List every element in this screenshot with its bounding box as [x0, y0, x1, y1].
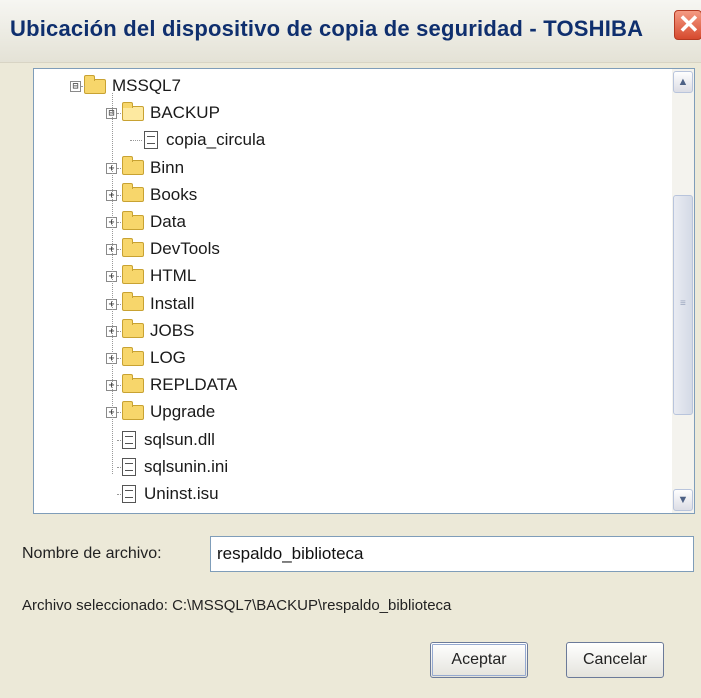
folder-tree[interactable]: MSSQL7 ⊟ BACKUP ⊟ copia_circula Binn + Books + Da…	[33, 68, 695, 514]
tree-item[interactable]: MSSQL7	[84, 73, 181, 99]
file-icon	[122, 485, 136, 503]
backup-location-dialog: Ubicación del dispositivo de copia de se…	[0, 0, 701, 698]
folder-icon	[122, 346, 144, 366]
tree-connector	[117, 167, 121, 169]
close-button[interactable]: ✕	[674, 9, 701, 40]
chevron-up-icon: ▲	[677, 76, 689, 88]
folder-icon	[84, 74, 106, 94]
tree-item[interactable]: DevTools	[122, 236, 220, 262]
tree-item-label: sqlsun.dll	[144, 429, 215, 449]
tree-connector	[117, 303, 121, 305]
cancel-button[interactable]: Cancelar	[566, 642, 664, 678]
tree-connector	[117, 276, 121, 278]
scroll-up-button[interactable]: ▲	[673, 71, 693, 93]
tree-item-label: Upgrade	[150, 402, 216, 422]
tree-item-label: LOG	[150, 348, 186, 367]
tree-connector	[117, 494, 121, 495]
tree-connector	[117, 194, 121, 196]
tree-connector	[117, 358, 121, 359]
tree-item-label: Data	[150, 212, 186, 231]
tree-item-label: DevTools	[150, 239, 220, 259]
tree-connector	[117, 466, 121, 468]
tree-item[interactable]: Data	[122, 209, 186, 235]
tree-item[interactable]: JOBS	[122, 318, 194, 344]
tree-connector	[117, 439, 121, 441]
tree-connector	[81, 86, 85, 87]
tree-item-label: HTML	[150, 266, 197, 286]
folder-icon	[122, 156, 144, 176]
tree-item[interactable]: Upgrade	[122, 399, 215, 425]
close-icon: ✕	[678, 9, 700, 39]
grip-icon: ≡	[680, 298, 686, 309]
tree-item-label: REPLDATA	[150, 375, 238, 395]
tree-item[interactable]: Binn	[122, 155, 184, 181]
tree-item[interactable]: BACKUP	[122, 100, 220, 126]
tree-item[interactable]: Install	[122, 291, 194, 317]
folder-icon	[122, 400, 144, 420]
file-icon	[122, 430, 136, 449]
file-icon	[144, 131, 158, 150]
tree-item-label: Install	[150, 293, 195, 313]
filename-label: Nombre de archivo:	[22, 545, 162, 562]
vertical-scrollbar[interactable]: ▲ ≡ ▼	[672, 69, 694, 513]
tree-connector	[117, 249, 121, 251]
filename-input[interactable]	[210, 536, 694, 572]
folder-icon	[122, 264, 144, 284]
tree-item-label: Uninst.isu	[144, 484, 219, 503]
selected-file-text: Archivo seleccionado: C:\MSSQL7\BACKUP\r…	[22, 597, 452, 614]
scroll-thumb[interactable]: ≡	[673, 195, 693, 415]
tree-item[interactable]: sqlsunin.ini	[122, 454, 228, 480]
folder-icon	[122, 237, 144, 257]
tree-item-label: JOBS	[150, 320, 195, 340]
tree-connector	[117, 412, 121, 414]
tree-connector	[117, 222, 121, 223]
tree-connector	[117, 113, 121, 115]
tree-item[interactable]: sqlsun.dll	[122, 427, 215, 453]
folder-open-icon	[122, 101, 144, 121]
file-icon	[122, 457, 136, 476]
tree-item-label: sqlsunin.ini	[144, 456, 229, 476]
title-bar[interactable]: Ubicación del dispositivo de copia de se…	[0, 0, 701, 63]
tree-item-label: Books	[150, 184, 198, 204]
tree-item[interactable]: HTML	[122, 263, 196, 289]
collapse-icon[interactable]: ⊟	[70, 81, 81, 92]
scroll-down-button[interactable]: ▼	[673, 489, 693, 511]
chevron-down-icon: ▼	[677, 494, 689, 506]
tree-item-label: MSSQL7	[112, 76, 181, 95]
tree-item[interactable]: Uninst.isu	[122, 481, 219, 507]
tree-connector	[117, 330, 121, 332]
folder-icon	[122, 183, 144, 203]
tree-item[interactable]: LOG	[122, 345, 186, 371]
tree-item[interactable]: copia_circula	[144, 127, 265, 153]
tree-connector	[130, 140, 142, 142]
folder-icon	[122, 319, 144, 339]
folder-icon	[122, 373, 144, 393]
tree-connector	[112, 93, 113, 474]
tree-connector	[117, 385, 121, 387]
window-title: Ubicación del dispositivo de copia de se…	[10, 16, 644, 41]
folder-icon	[122, 210, 144, 230]
tree-item[interactable]: Books	[122, 182, 197, 208]
tree-item[interactable]: REPLDATA	[122, 372, 237, 398]
folder-icon	[122, 292, 144, 312]
tree-item-label: BACKUP	[150, 103, 220, 123]
tree-item-label: Binn	[150, 157, 185, 177]
accept-button[interactable]: Aceptar	[430, 642, 528, 678]
tree-item-label: copia_circula	[166, 130, 266, 150]
